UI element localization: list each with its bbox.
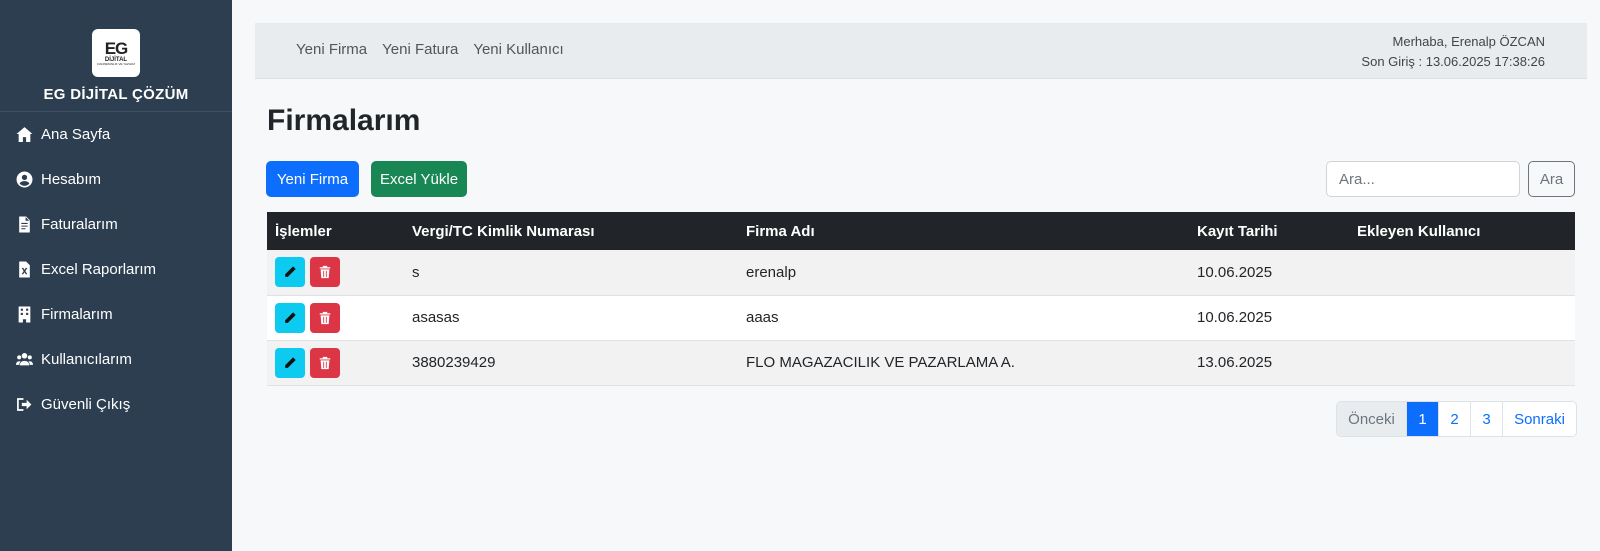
sidebar-nav: Ana Sayfa Hesabım Faturalarım Excel Rapo… [0,112,232,427]
top-link-yeni-fatura[interactable]: Yeni Fatura [382,41,458,58]
brand: EG DİJİTAL DANIŞMANLIK VE YAZILIM EG DİJ… [0,0,232,112]
logout-icon [15,396,33,414]
brand-name: EG DİJİTAL ÇÖZÜM [43,86,189,103]
cell-added-by [1349,340,1575,386]
pencil-icon [285,311,296,323]
sidebar-item-label: Kullanıcılarım [41,351,132,368]
cell-added-by [1349,250,1575,296]
cell-company-name: aaas [738,295,1189,341]
cell-company-name: FLO MAGAZACILIK VE PAZARLAMA A. [738,340,1189,386]
table-row: asasas aaas 10.06.2025 [267,295,1575,341]
logo-text: EG [104,39,129,58]
top-link-yeni-kullanici[interactable]: Yeni Kullanıcı [473,41,563,58]
column-header-company-name: Firma Adı [738,212,1189,250]
cell-added-by [1349,295,1575,341]
pagination-prev[interactable]: Önceki [1337,402,1407,436]
pagination-page-1[interactable]: 1 [1407,402,1439,436]
sidebar-item-label: Firmalarım [41,306,113,323]
cell-register-date: 13.06.2025 [1189,340,1349,386]
column-header-tax-id: Vergi/TC Kimlik Numarası [404,212,738,250]
delete-button[interactable] [310,257,340,288]
excel-upload-button[interactable]: Excel Yükle [371,161,467,197]
sidebar-item-kullanicilarim[interactable]: Kullanıcılarım [0,337,232,382]
invoice-icon [15,216,33,234]
cell-tax-id: 3880239429 [404,340,738,386]
sidebar-item-faturalarim[interactable]: Faturalarım [0,202,232,247]
sidebar-item-label: Güvenli Çıkış [41,396,131,413]
user-greeting: Merhaba, Erenalp ÖZCAN [1392,34,1545,49]
building-icon [15,306,33,324]
edit-button[interactable] [275,302,305,333]
delete-button[interactable] [310,347,340,378]
delete-button[interactable] [310,302,340,333]
pagination-page-2[interactable]: 2 [1439,402,1471,436]
column-header-actions: İşlemler [267,212,404,250]
sidebar-item-guvenli-cikis[interactable]: Güvenli Çıkış [0,382,232,427]
brand-logo[interactable]: EG DİJİTAL DANIŞMANLIK VE YAZILIM [92,29,140,77]
sidebar-item-label: Excel Raporlarım [41,261,157,278]
row-actions [267,340,404,386]
column-header-register-date: Kayıt Tarihi [1189,212,1349,250]
row-actions [267,295,404,341]
top-link-yeni-firma[interactable]: Yeni Firma [296,41,367,58]
home-icon [15,126,33,144]
top-links: Yeni Firma Yeni Fatura Yeni Kullanıcı [296,41,564,58]
top-navbar: Yeni Firma Yeni Fatura Yeni Kullanıcı Me… [255,23,1587,79]
trash-icon [319,311,331,324]
cell-company-name: erenalp [738,250,1189,296]
page-title: Firmalarım [267,104,421,137]
logo-tagline: DANIŞMANLIK VE YAZILIM [97,62,135,66]
cell-tax-id: asasas [404,295,738,341]
sidebar-item-ana-sayfa[interactable]: Ana Sayfa [0,112,232,157]
trash-icon [319,356,331,369]
pencil-icon [285,266,296,278]
row-actions [267,250,404,296]
companies-table: İşlemler Vergi/TC Kimlik Numarası Firma … [267,212,1575,386]
search-button[interactable]: Ara [1528,161,1575,197]
pagination-next[interactable]: Sonraki [1503,402,1576,436]
search-input[interactable] [1326,161,1520,197]
pagination-page-3[interactable]: 3 [1471,402,1503,436]
table-row: 3880239429 FLO MAGAZACILIK VE PAZARLAMA … [267,340,1575,386]
pagination: Önceki 1 2 3 Sonraki [1336,401,1577,437]
cell-register-date: 10.06.2025 [1189,250,1349,296]
cell-tax-id: s [404,250,738,296]
edit-button[interactable] [275,347,305,378]
sidebar-item-label: Faturalarım [41,216,118,233]
sidebar-item-label: Hesabım [41,171,102,188]
trash-icon [319,266,331,279]
cell-register-date: 10.06.2025 [1189,295,1349,341]
column-header-added-by: Ekleyen Kullanıcı [1349,212,1575,250]
sidebar-item-hesabim[interactable]: Hesabım [0,157,232,202]
pencil-icon [285,356,296,368]
table-header-row: İşlemler Vergi/TC Kimlik Numarası Firma … [267,212,1575,250]
users-icon [15,351,33,369]
excel-file-icon [15,261,33,279]
sidebar-item-firmalarim[interactable]: Firmalarım [0,292,232,337]
last-login: Son Giriş : 13.06.2025 17:38:26 [1361,54,1545,69]
sidebar-item-excel-raporlarim[interactable]: Excel Raporlarım [0,247,232,292]
user-circle-icon [15,171,33,189]
user-info: Merhaba, Erenalp ÖZCAN Son Giriş : 13.06… [1361,32,1545,72]
sidebar-item-label: Ana Sayfa [41,126,111,143]
table-row: s erenalp 10.06.2025 [267,250,1575,296]
sidebar: EG DİJİTAL DANIŞMANLIK VE YAZILIM EG DİJ… [0,0,232,551]
new-company-button[interactable]: Yeni Firma [266,161,359,197]
edit-button[interactable] [275,257,305,288]
